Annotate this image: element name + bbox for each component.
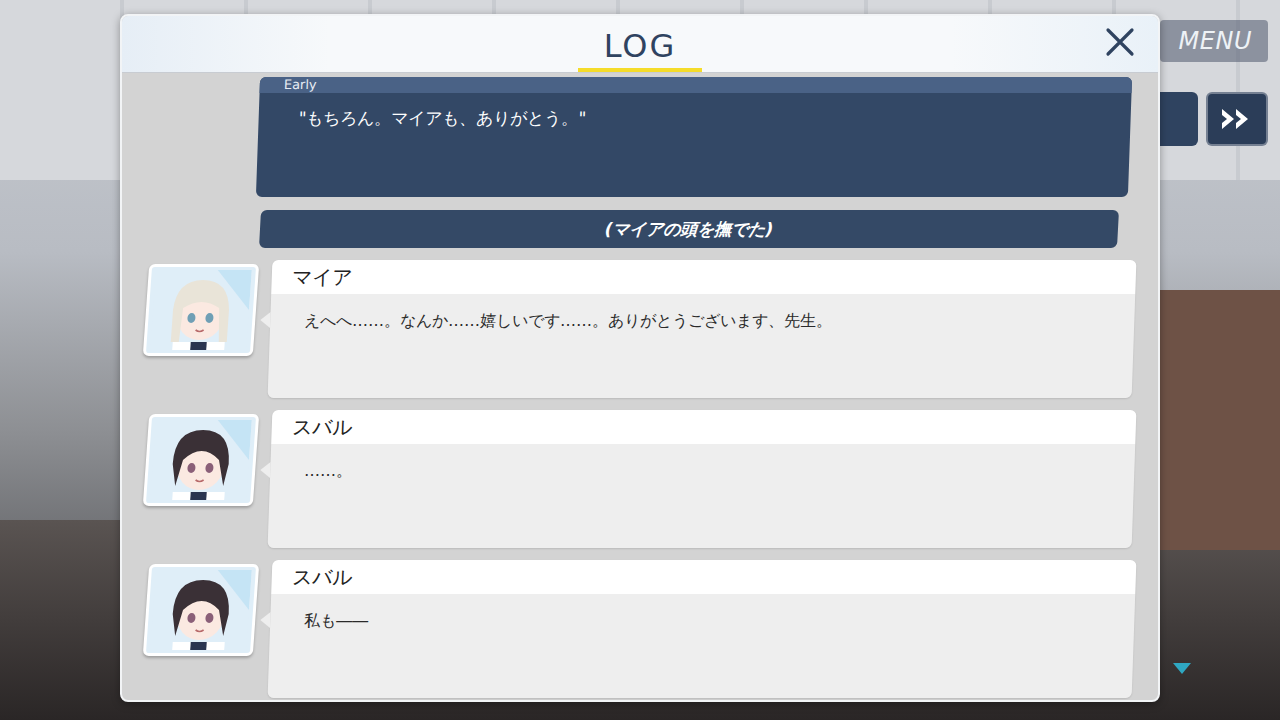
avatar: [143, 264, 259, 356]
log-list: Early"もちろん。マイアも、ありがとう。" (マイアの頭を撫でた) マイア えへ…: [122, 73, 1158, 700]
fast-forward-button[interactable]: [1206, 92, 1268, 146]
action-entry: (マイアの頭を撫でた): [259, 210, 1119, 248]
dialogue-entry: マイア えへへ……。なんか……嬉しいです……。ありがとうございます、先生。: [146, 260, 1134, 398]
avatar: [143, 564, 259, 656]
menu-button[interactable]: MENU: [1160, 20, 1268, 62]
fast-forward-icon: [1219, 106, 1255, 132]
dialogue-entry: スバル 私も――: [146, 560, 1134, 698]
character-portrait-icon: [150, 420, 252, 500]
character-portrait-icon: [150, 570, 252, 650]
dialogue-card: マイア えへへ……。なんか……嬉しいです……。ありがとうございます、先生。: [268, 260, 1137, 398]
game-scene: MENULOGEarly"もちろん。マイアも、ありがとう。"(マイアの頭を撫でた…: [0, 0, 1280, 720]
dialogue-entry: スバル ……。: [146, 410, 1134, 548]
avatar: [143, 414, 259, 506]
log-header: LOG: [122, 16, 1158, 73]
speaker-name: スバル: [271, 560, 1136, 594]
log-title: LOG: [578, 16, 702, 72]
choice-text: "もちろん。マイアも、ありがとう。": [256, 93, 1132, 197]
control-row: [1148, 92, 1268, 146]
dialogue-text: ……。: [268, 444, 1136, 548]
dialogue-card: スバル ……。: [268, 410, 1137, 548]
log-panel: LOGEarly"もちろん。マイアも、ありがとう。"(マイアの頭を撫でた)マイア…: [120, 14, 1160, 702]
speech-tail: [260, 462, 271, 478]
top-controls: MENU: [1150, 20, 1268, 146]
dialogue-card: スバル 私も――: [268, 560, 1137, 698]
character-portrait-icon: [150, 270, 252, 350]
title-underline: [578, 68, 702, 72]
choice-entry: Early"もちろん。マイアも、ありがとう。": [256, 77, 1132, 197]
speech-tail: [260, 312, 271, 328]
speech-tail: [260, 612, 271, 628]
speaker-name: マイア: [271, 260, 1136, 294]
speaker-name: スバル: [271, 410, 1136, 444]
speaker-name: Early: [260, 77, 1133, 93]
close-button[interactable]: [1104, 26, 1136, 62]
scroll-down-icon[interactable]: [1173, 663, 1191, 674]
close-icon: [1104, 26, 1136, 58]
dialogue-text: 私も――: [268, 594, 1136, 698]
dialogue-text: えへへ……。なんか……嬉しいです……。ありがとうございます、先生。: [268, 294, 1136, 398]
locker: [1160, 290, 1280, 550]
